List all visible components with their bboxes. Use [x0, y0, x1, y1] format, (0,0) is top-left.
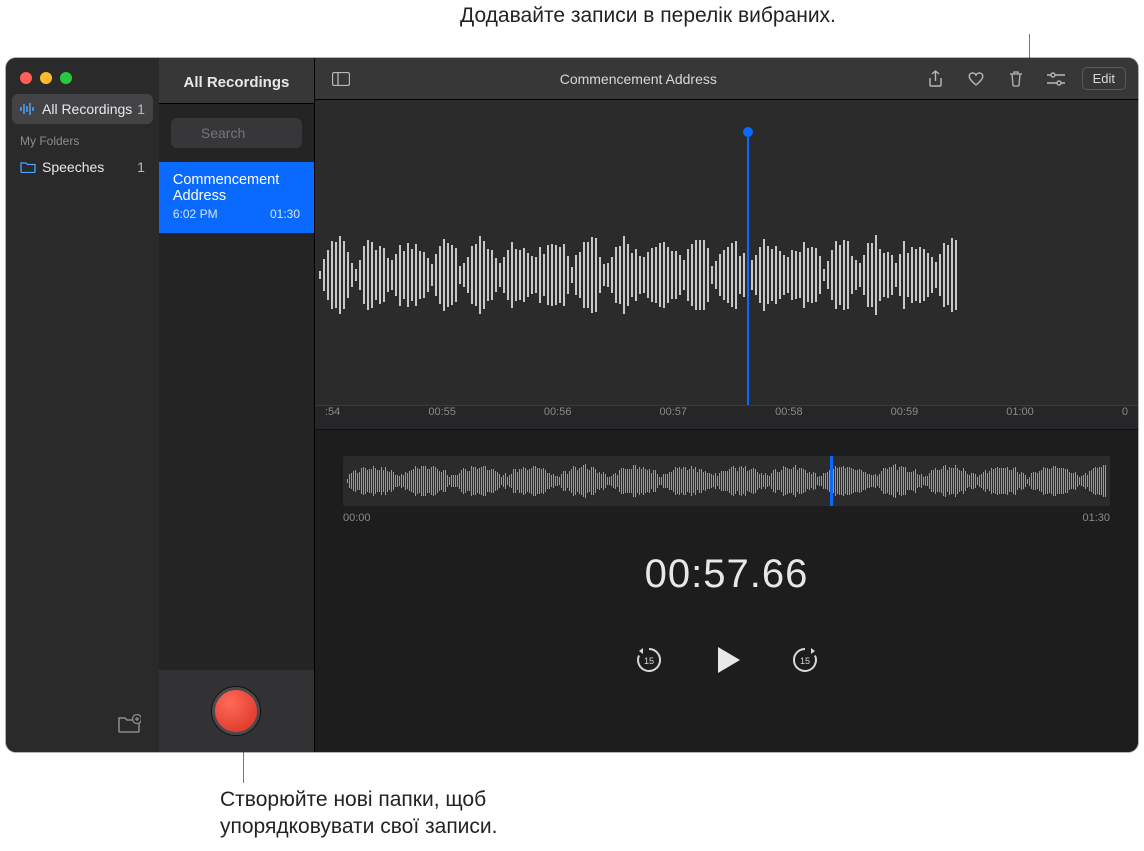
- time-tick: 00:58: [775, 406, 803, 418]
- recordings-list-header: All Recordings: [159, 58, 314, 104]
- toolbar: Commencement Address Edit: [315, 58, 1138, 100]
- waveform-time-ticks: :54 00:55 00:56 00:57 00:58 00:59 01:00 …: [315, 405, 1138, 429]
- sidebar-item-count: 1: [137, 101, 145, 117]
- time-tick: 00:55: [428, 406, 456, 418]
- window-zoom-button[interactable]: [60, 72, 72, 84]
- window-close-button[interactable]: [20, 72, 32, 84]
- recording-timestamp: 6:02 PM: [173, 207, 218, 221]
- traffic-lights: [6, 58, 159, 94]
- sidebar-spacer: [6, 182, 159, 714]
- folder-icon: [20, 161, 42, 173]
- window-minimize-button[interactable]: [40, 72, 52, 84]
- favorite-button[interactable]: [962, 71, 990, 87]
- time-tick: 01:00: [1006, 406, 1034, 418]
- edit-button[interactable]: Edit: [1082, 67, 1126, 90]
- play-button[interactable]: [710, 643, 744, 677]
- current-time-display: 00:57.66: [315, 552, 1138, 597]
- folder-plus-icon: [117, 714, 141, 734]
- waveform-main: [315, 220, 1138, 330]
- waveform-icon: [20, 102, 42, 116]
- sidebar-item-count: 1: [137, 159, 145, 175]
- delete-button[interactable]: [1002, 70, 1030, 87]
- time-tick: :54: [325, 406, 340, 418]
- recordings-list-column: All Recordings Commencement Address 6:02…: [159, 58, 315, 752]
- sidebar-item-label: All Recordings: [42, 101, 132, 117]
- overview-playhead[interactable]: [830, 456, 833, 506]
- toolbar-title: Commencement Address: [367, 71, 910, 87]
- svg-text:15: 15: [799, 656, 809, 666]
- sidebar-item-all-recordings[interactable]: All Recordings 1: [12, 94, 153, 124]
- callout-new-folder: Створюйте нові папки, щоб упорядковувати…: [220, 786, 497, 841]
- share-button[interactable]: [922, 70, 950, 88]
- time-tick: 00:57: [660, 406, 688, 418]
- sidebar-item-folder-speeches[interactable]: Speeches 1: [6, 152, 159, 182]
- search-wrap: [159, 104, 314, 162]
- record-button[interactable]: [212, 687, 260, 735]
- recording-title: Commencement Address: [173, 172, 300, 204]
- voice-memos-window: All Recordings 1 My Folders Speeches 1 A…: [6, 58, 1138, 752]
- callout-new-folder-line: [243, 747, 244, 783]
- playhead[interactable]: [747, 132, 749, 419]
- playback-controls: 15 15: [315, 643, 1138, 677]
- overview-area: 00:00 01:30: [315, 430, 1138, 524]
- overview-track[interactable]: [343, 456, 1110, 506]
- sidebar-section-header: My Folders: [6, 124, 159, 152]
- overview-end-time: 01:30: [1082, 512, 1110, 524]
- sidebar-toggle-button[interactable]: [327, 72, 355, 86]
- skip-back-button[interactable]: 15: [634, 645, 664, 675]
- callout-new-folder-l1: Створюйте нові папки, щоб: [220, 786, 497, 813]
- list-spacer: [159, 233, 314, 670]
- recording-item[interactable]: Commencement Address 6:02 PM 01:30: [159, 162, 314, 233]
- overview-start-time: 00:00: [343, 512, 371, 524]
- recording-duration: 01:30: [270, 207, 300, 221]
- waveform-area[interactable]: :54 00:55 00:56 00:57 00:58 00:59 01:00 …: [315, 100, 1138, 430]
- new-folder-button[interactable]: [6, 714, 159, 752]
- playback-column: Commencement Address Edit :54 00:55 00:5…: [315, 58, 1138, 752]
- search-input[interactable]: [171, 118, 302, 148]
- time-tick: 00:59: [891, 406, 919, 418]
- sidebar: All Recordings 1 My Folders Speeches 1: [6, 58, 159, 752]
- skip-forward-button[interactable]: 15: [790, 645, 820, 675]
- callout-new-folder-l2: упорядковувати свої записи.: [220, 813, 497, 840]
- record-bar: [159, 670, 314, 752]
- sidebar-item-label: Speeches: [42, 159, 104, 175]
- callout-favorite: Додавайте записи в перелік вибраних.: [460, 4, 836, 28]
- svg-text:15: 15: [643, 656, 653, 666]
- options-button[interactable]: [1042, 72, 1070, 86]
- time-tick: 00:56: [544, 406, 572, 418]
- time-tick: 0: [1122, 406, 1128, 418]
